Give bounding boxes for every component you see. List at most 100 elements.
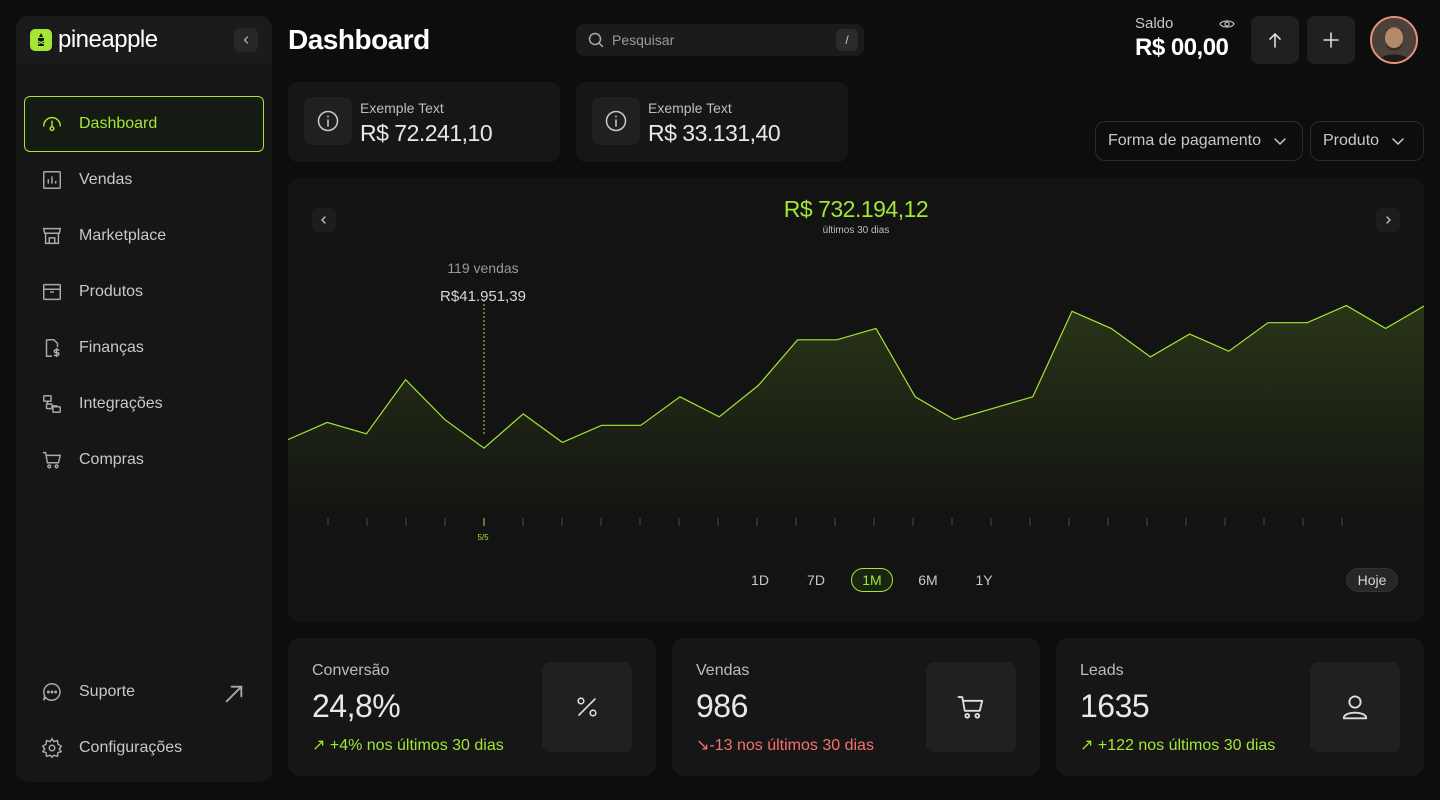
sidebar-item-suporte[interactable]: Suporte	[24, 664, 264, 720]
chart-point[interactable]	[831, 334, 843, 346]
sales-area-chart[interactable]: 5/5	[288, 178, 1424, 622]
chart-point[interactable]	[1340, 300, 1352, 312]
chevron-left-icon	[243, 36, 249, 44]
tooltip-sales-count: 119 vendas	[447, 260, 519, 276]
kpi-value: 1635	[1080, 688, 1150, 724]
kpi-card-leads: Leads 1635 ↗ +122 nos últimos 30 dias	[1056, 638, 1424, 776]
sidebar-item-label: Suporte	[79, 683, 136, 700]
storefront-icon	[42, 227, 62, 245]
range-1d[interactable]: 1D	[732, 568, 788, 592]
kpi-trend: ↗ +122 nos últimos 30 dias	[1080, 735, 1275, 755]
range-1m[interactable]: 1M	[851, 568, 893, 592]
payment-method-dropdown[interactable]: Forma de pagamento	[1095, 121, 1303, 161]
stat-card: Exemple Text R$ 72.241,10	[288, 82, 560, 162]
arrow-up-icon	[1269, 32, 1281, 48]
chart-next-button[interactable]	[1376, 208, 1400, 232]
chart-point[interactable]	[321, 416, 333, 428]
trend-up-icon: ↗	[312, 737, 326, 754]
bar-chart-icon	[43, 171, 61, 189]
chart-selected-tick-label: 5/5	[477, 533, 489, 542]
chart-point[interactable]	[1105, 322, 1117, 334]
sidebar-item-integracoes[interactable]: Integrações	[24, 376, 264, 432]
sidebar-item-dashboard[interactable]: Dashboard	[24, 96, 264, 152]
chart-point[interactable]	[1027, 391, 1039, 403]
collapse-sidebar-button[interactable]	[234, 28, 258, 52]
plus-icon	[1323, 32, 1339, 48]
avatar[interactable]	[1370, 16, 1418, 64]
logo[interactable]: pineapple	[30, 28, 158, 52]
search-bar[interactable]: /	[576, 24, 864, 56]
page-title: Dashboard	[288, 24, 430, 55]
chart-prev-button[interactable]	[312, 208, 336, 232]
chart-point[interactable]	[400, 374, 412, 386]
chart-point[interactable]	[1301, 317, 1313, 329]
chart-point[interactable]	[596, 419, 608, 431]
sidebar-item-label: Dashboard	[79, 115, 158, 132]
kpi-trend: ↗ +4% nos últimos 30 dias	[312, 735, 504, 755]
chart-point[interactable]	[792, 334, 804, 346]
sidebar-item-vendas[interactable]: Vendas	[24, 152, 264, 208]
sidebar-item-label: Configurações	[79, 739, 183, 756]
chart-point[interactable]	[909, 391, 921, 403]
chart-point[interactable]	[478, 442, 490, 454]
chart-point[interactable]	[1184, 328, 1196, 340]
add-button[interactable]	[1307, 16, 1355, 64]
chart-point[interactable]	[1223, 345, 1235, 357]
sidebar-item-produtos[interactable]: Produtos	[24, 264, 264, 320]
info-icon	[304, 97, 352, 145]
logo-text: pineapple	[58, 26, 158, 53]
withdraw-button[interactable]	[1251, 16, 1299, 64]
cart-icon	[926, 662, 1016, 752]
percent-icon	[542, 662, 632, 752]
stat-card: Exemple Text R$ 33.131,40	[576, 82, 848, 162]
chart-point[interactable]	[988, 402, 1000, 414]
kpi-card-conversao: Conversão 24,8% ↗ +4% nos últimos 30 dia…	[288, 638, 656, 776]
chart-point[interactable]	[1380, 322, 1392, 334]
chart-point[interactable]	[948, 414, 960, 426]
today-button[interactable]: Hoje	[1346, 568, 1398, 592]
kpi-card-vendas: Vendas 986 ↘-13 nos últimos 30 dias	[672, 638, 1040, 776]
dropdown-label: Forma de pagamento	[1108, 132, 1261, 149]
saldo-label: Saldo	[1135, 15, 1174, 32]
chart-point[interactable]	[556, 436, 568, 448]
search-input[interactable]	[612, 32, 822, 48]
range-1y[interactable]: 1Y	[956, 568, 1012, 592]
kpi-label: Conversão	[312, 662, 390, 679]
chart-point[interactable]	[752, 379, 764, 391]
stat-label: Exemple Text	[360, 100, 444, 116]
chart-point[interactable]	[439, 414, 451, 426]
chart-point[interactable]	[635, 419, 647, 431]
kpi-trend-text: +4% nos últimos 30 dias	[329, 737, 504, 754]
chart-point[interactable]	[360, 428, 372, 440]
eye-icon	[1219, 20, 1235, 28]
sidebar-item-marketplace[interactable]: Marketplace	[24, 208, 264, 264]
stat-value: R$ 72.241,10	[360, 120, 493, 146]
finance-icon	[45, 339, 60, 358]
chart-point[interactable]	[517, 408, 529, 420]
trend-down-icon: ↘	[696, 737, 710, 754]
kpi-trend: ↘-13 nos últimos 30 dias	[696, 735, 874, 755]
chart-point[interactable]	[713, 411, 725, 423]
sidebar-item-configuracoes[interactable]: Configurações	[24, 720, 264, 776]
kpi-trend-text: -13 nos últimos 30 dias	[709, 737, 874, 754]
chart-point[interactable]	[674, 391, 686, 403]
stat-label: Exemple Text	[648, 100, 732, 116]
product-dropdown[interactable]: Produto	[1310, 121, 1424, 161]
sidebar-item-financas[interactable]: Finanças	[24, 320, 264, 376]
integration-icon	[43, 395, 61, 413]
chart-point[interactable]	[1066, 305, 1078, 317]
trend-up-icon: ↗	[1080, 737, 1094, 754]
range-6m[interactable]: 6M	[900, 568, 956, 592]
range-7d[interactable]: 7D	[788, 568, 844, 592]
cart-icon	[42, 451, 62, 469]
chart-point[interactable]	[1144, 351, 1156, 363]
user-avatar-icon	[1372, 18, 1416, 62]
saldo-value: R$ 00,00	[1135, 34, 1229, 61]
sidebar-item-compras[interactable]: Compras	[24, 432, 264, 488]
chart-point[interactable]	[870, 322, 882, 334]
chart-area-fill	[288, 305, 1424, 518]
sidebar-item-label: Finanças	[79, 339, 144, 356]
sidebar-bottom: Suporte Configurações	[24, 664, 264, 776]
gauge-icon	[43, 116, 61, 132]
chart-point[interactable]	[1262, 317, 1274, 329]
